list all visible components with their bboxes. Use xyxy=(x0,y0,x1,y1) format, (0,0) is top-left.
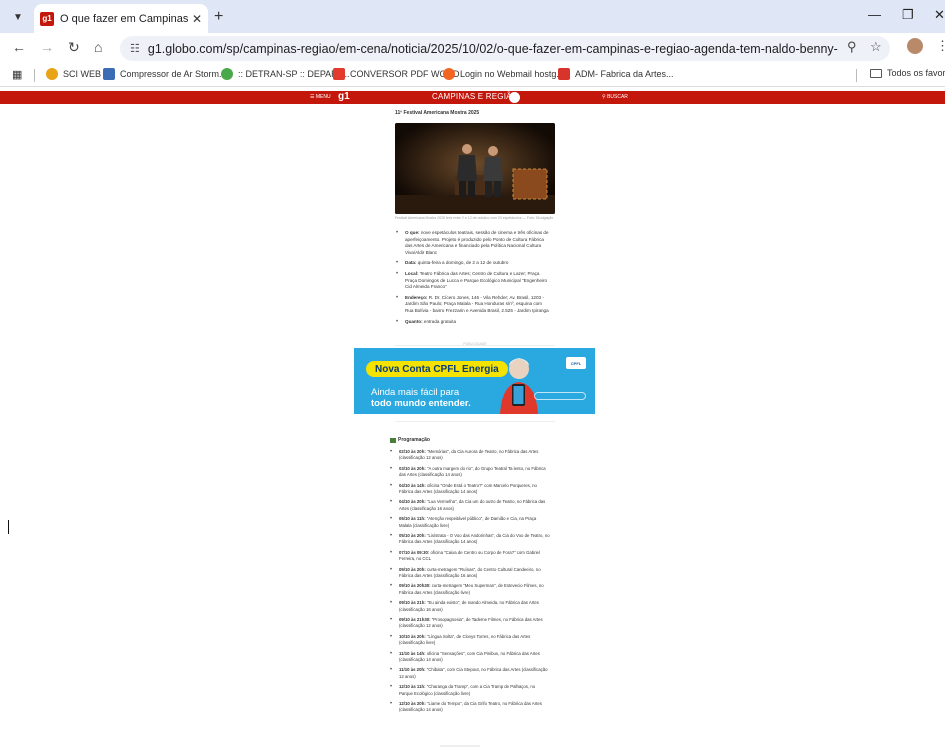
forward-icon[interactable]: → xyxy=(40,39,54,55)
g1-logo[interactable]: g1 xyxy=(338,91,350,102)
home-icon[interactable]: ⌂ xyxy=(94,39,102,55)
tab-search-chevron-icon[interactable]: ▼ xyxy=(8,7,28,27)
info-item-location: Local: Teatro Fábrica das Artes; Centro … xyxy=(395,271,550,291)
bookmarks-bar: ▦ SCI WEB Compressor de Ar Storm... :: D… xyxy=(0,64,945,87)
ad-line-2: todo mundo entender. xyxy=(371,398,471,409)
list-item: 09/10 às 21h: "Eu ainda existo", de Ivan… xyxy=(390,600,550,617)
detran-icon xyxy=(221,68,233,80)
g1-region-title[interactable]: CAMPINAS E REGIÃO xyxy=(432,92,518,101)
list-item: 10/10 às 20h: "Língua Solta", de Clovys … xyxy=(390,634,550,651)
browser-tab[interactable]: g1 O que fazer em Campinas e região: a ✕ xyxy=(34,4,208,33)
bookmark-detran[interactable]: :: DETRAN-SP :: DEPART... xyxy=(221,68,350,80)
minimize-icon[interactable]: — xyxy=(868,7,881,22)
folder-icon xyxy=(870,68,882,78)
calendar-icon xyxy=(390,437,396,443)
scroll-end-marker xyxy=(440,745,480,747)
list-item: 05/10 às 20h: "Lisístrata - O Voo das An… xyxy=(390,533,550,550)
bookmark-sci-web[interactable]: SCI WEB xyxy=(46,68,101,80)
adm-icon xyxy=(558,68,570,80)
ad-line-1: Ainda mais fácil para xyxy=(371,387,460,398)
bookmark-conversor[interactable]: CONVERSOR PDF WORD xyxy=(333,68,460,80)
back-icon[interactable]: ← xyxy=(12,39,26,55)
list-item: 04/10 às 20h: "Lua Vermelha", da Cia um … xyxy=(390,499,550,516)
info-item-what: O que: nove espetáculos teatrais, sessão… xyxy=(395,230,550,256)
ad-decor-icon xyxy=(534,392,586,400)
close-window-icon[interactable]: ✕ xyxy=(934,7,945,23)
browser-menu-icon[interactable]: ⋮ xyxy=(936,38,945,54)
url-text[interactable]: g1.globo.com/sp/campinas-regiao/em-cena/… xyxy=(148,42,838,56)
bookmark-webmail[interactable]: Login no Webmail hostg... xyxy=(443,68,564,80)
reload-icon[interactable]: ↻ xyxy=(68,39,80,56)
compressor-icon xyxy=(103,68,115,80)
event-info-list: O que: nove espetáculos teatrais, sessão… xyxy=(395,230,550,329)
ad-person-image xyxy=(500,358,538,414)
new-tab-button[interactable]: + xyxy=(214,8,223,26)
g1-menu-button[interactable]: ☰ MENU xyxy=(310,94,331,100)
divider xyxy=(395,345,555,346)
g1-favicon-icon: g1 xyxy=(40,11,54,26)
bookmarks-separator xyxy=(856,69,857,82)
address-bar[interactable]: ☷ g1.globo.com/sp/campinas-regiao/em-cen… xyxy=(120,36,890,61)
cpfl-logo: CPFL xyxy=(566,357,586,369)
site-info-icon[interactable]: ☷ xyxy=(130,42,140,55)
bookmark-compressor[interactable]: Compressor de Ar Storm... xyxy=(103,68,227,80)
sci-web-icon xyxy=(46,68,58,80)
bookmark-star-icon[interactable]: ☆ xyxy=(870,39,882,55)
list-item: 09/10 às 20h30: curta-metragem "Meu Supe… xyxy=(390,583,550,600)
list-item: 09/10 às 20h: curta-metragem "Ruínas", d… xyxy=(390,567,550,584)
list-item: 03/10 às 20h: "A outra margem do rio", d… xyxy=(390,466,550,483)
list-item: 11/10 às 14h: oficina "Sensações", com C… xyxy=(390,651,550,668)
text-cursor xyxy=(8,520,9,534)
g1-search-button[interactable]: ⚲ BUSCAR xyxy=(602,94,628,100)
programacao-heading: Programação xyxy=(390,437,430,443)
all-bookmarks-folder[interactable]: Todos os favoritos xyxy=(870,68,945,78)
info-item-price: Quanto: entrada gratuita xyxy=(395,319,550,326)
info-item-address: Endereço: R. Dr. Cícero Jones, 146 - Vil… xyxy=(395,295,550,315)
bookmarks-separator xyxy=(34,69,35,82)
photo-caption: Festival Americana Mostra 2025 terá entr… xyxy=(395,216,554,220)
list-item: 05/10 às 11h: "Atenção respeitável públi… xyxy=(390,516,550,533)
programacao-list: 02/10 às 20h: "Memórias", da Cia Aurora … xyxy=(390,449,550,718)
browser-toolbar: ← → ↻ ⌂ ☷ g1.globo.com/sp/campinas-regia… xyxy=(0,33,945,64)
list-item: 04/10 às 14h: oficina "Onde Está o Teatr… xyxy=(390,483,550,500)
list-item: 07/10 às 09:30: oficina "Caixa de Centro… xyxy=(390,550,550,567)
theater-scene-image xyxy=(395,123,555,214)
pdf-icon xyxy=(333,68,345,80)
list-item: 11/10 às 20h: "Chibata", com Cia Stepout… xyxy=(390,667,550,684)
cpfl-ad-banner[interactable]: Nova Conta CPFL Energia Ainda mais fácil… xyxy=(354,348,595,414)
list-item: 09/10 às 21h30: "Prosopagnosia", de Tade… xyxy=(390,617,550,634)
profile-avatar[interactable] xyxy=(907,38,923,54)
g1-header: ☰ MENU g1 CAMPINAS E REGIÃO ⚲ BUSCAR xyxy=(0,91,945,104)
close-tab-icon[interactable]: ✕ xyxy=(192,12,202,26)
list-item: 12/10 às 11h: "Charanga da Tramp", com a… xyxy=(390,684,550,701)
ad-headline: Nova Conta CPFL Energia xyxy=(366,361,508,377)
list-item: 12/10 às 20h: "Liame do Tempo", da Cia G… xyxy=(390,701,550,718)
info-item-date: Data: quinta-feira a domingo, de 2 a 12 … xyxy=(395,260,550,267)
divider xyxy=(395,421,555,422)
restore-icon[interactable]: ❐ xyxy=(902,7,914,23)
article-photo xyxy=(395,123,555,214)
tab-strip: ▼ g1 O que fazer em Campinas e região: a… xyxy=(0,0,945,33)
list-item: 02/10 às 20h: "Memórias", da Cia Aurora … xyxy=(390,449,550,466)
region-logo-icon xyxy=(509,92,520,103)
bookmark-adm[interactable]: ADM- Fabrica da Artes... xyxy=(558,68,674,80)
webmail-icon xyxy=(443,68,455,80)
zoom-icon[interactable]: ⚲ xyxy=(847,39,857,55)
festival-subtitle: 11º Festival Americana Mostra 2025 xyxy=(395,110,480,116)
apps-grid-icon[interactable]: ▦ xyxy=(12,68,22,81)
tab-title: O que fazer em Campinas e região: a xyxy=(60,12,188,25)
